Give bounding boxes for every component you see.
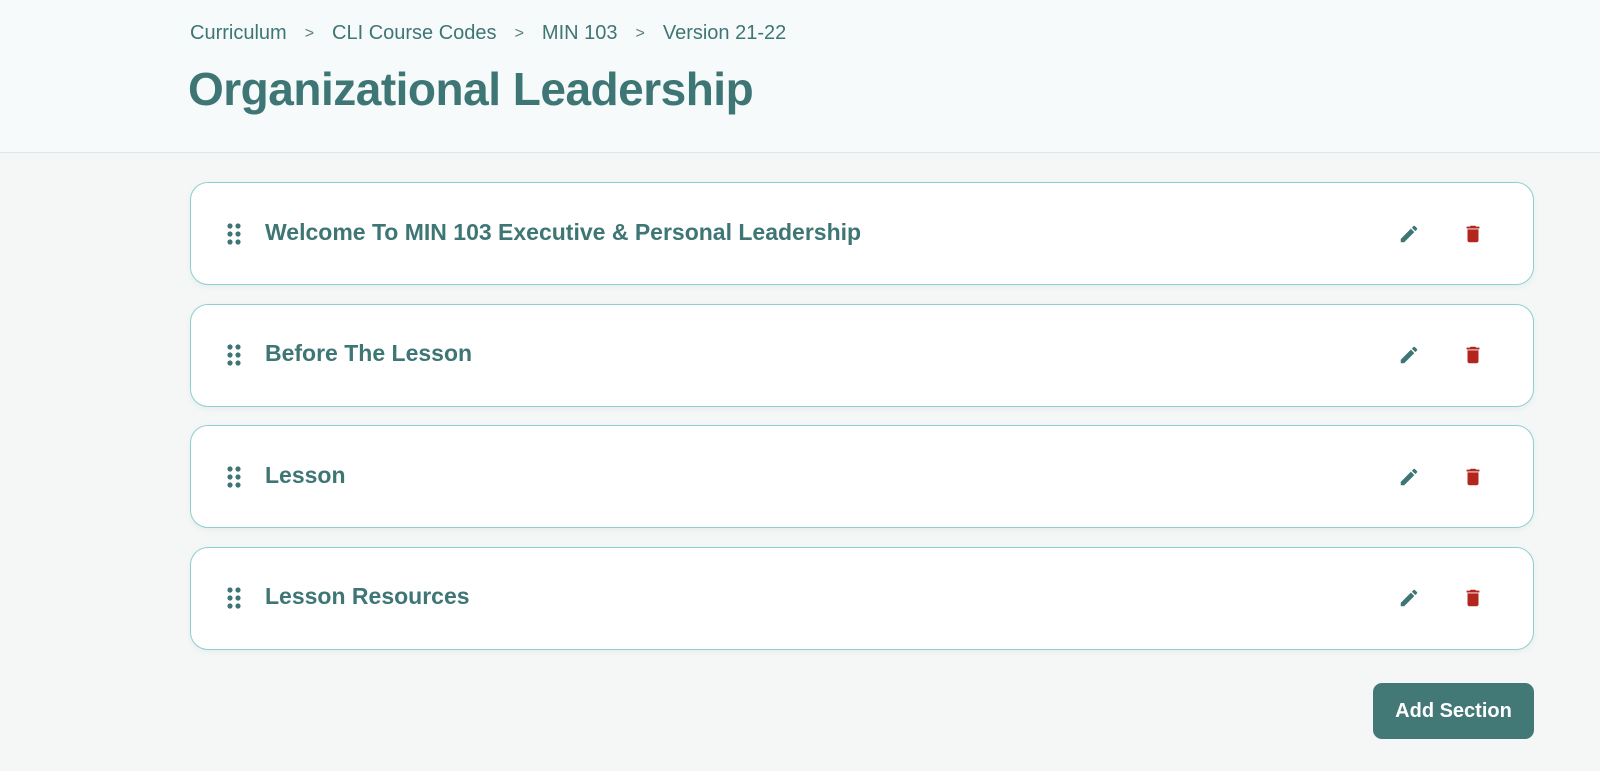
section-title: Lesson Resources <box>265 583 470 610</box>
trash-icon[interactable] <box>1459 463 1487 491</box>
drag-handle-icon[interactable] <box>227 587 241 609</box>
trash-icon[interactable] <box>1459 341 1487 369</box>
section-card: Lesson Resources <box>190 546 1534 650</box>
trash-icon[interactable] <box>1459 584 1487 612</box>
pencil-icon[interactable] <box>1395 220 1423 248</box>
pencil-icon[interactable] <box>1395 584 1423 612</box>
drag-handle-icon[interactable] <box>227 344 241 366</box>
drag-handle-icon[interactable] <box>227 222 241 245</box>
pencil-icon[interactable] <box>1395 341 1423 369</box>
add-section-button[interactable]: Add Section <box>1373 683 1534 739</box>
section-card: Before The Lesson <box>190 303 1534 407</box>
page-title: Organizational Leadership <box>188 63 754 115</box>
drag-handle-icon[interactable] <box>227 465 241 488</box>
breadcrumb-course[interactable]: MIN 103 <box>542 22 618 45</box>
breadcrumb-course-codes[interactable]: CLI Course Codes <box>332 22 497 45</box>
breadcrumb-version: Version 21-22 <box>662 22 787 44</box>
pencil-icon[interactable] <box>1395 463 1423 491</box>
section-card: Lesson <box>190 425 1534 528</box>
breadcrumb-separator: > <box>514 24 524 42</box>
section-title: Welcome To MIN 103 Executive & Personal … <box>265 218 862 245</box>
section-title: Before The Lesson <box>265 340 473 367</box>
page-header: Curriculum > CLI Course Codes > MIN 103 … <box>0 0 1600 153</box>
breadcrumb-curriculum[interactable]: Curriculum <box>190 22 287 45</box>
breadcrumb-separator: > <box>635 24 645 42</box>
breadcrumb-separator: > <box>304 24 315 42</box>
breadcrumb: Curriculum > CLI Course Codes > MIN 103 … <box>190 22 786 45</box>
section-title: Lesson <box>265 461 346 488</box>
trash-icon[interactable] <box>1459 220 1487 248</box>
section-list: Welcome To MIN 103 Executive & Personal … <box>190 182 1534 668</box>
section-card: Welcome To MIN 103 Executive & Personal … <box>190 182 1534 285</box>
